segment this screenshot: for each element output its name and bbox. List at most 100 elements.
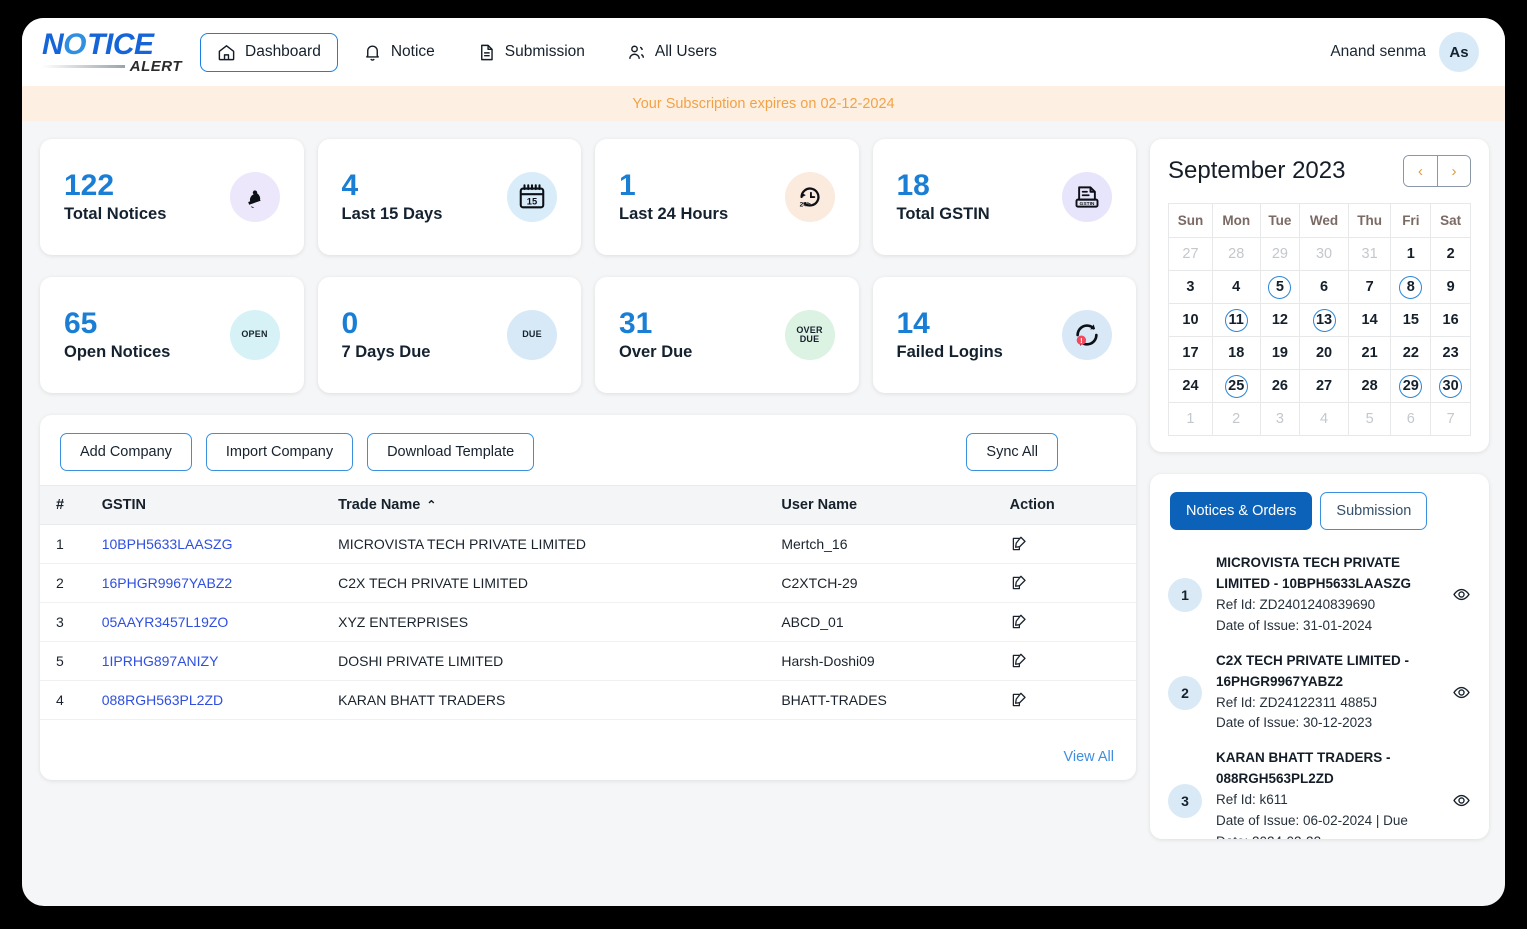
tab-notices-and-orders[interactable]: Notices & Orders <box>1170 492 1312 530</box>
nav-item-dashboard[interactable]: Dashboard <box>200 33 338 72</box>
calendar-day-cell[interactable]: 7 <box>1348 271 1391 304</box>
sync-all-button[interactable]: Sync All <box>966 433 1058 471</box>
view-all-companies-link[interactable]: View All <box>1063 749 1114 765</box>
stat-card-total-gstin[interactable]: 18 Total GSTIN GSTIN <box>873 139 1137 255</box>
calendar-day-cell[interactable]: 4 <box>1212 271 1260 304</box>
calendar-day-cell[interactable]: 6 <box>1300 271 1348 304</box>
stat-card-failed-logins[interactable]: 14 Failed Logins ! <box>873 277 1137 393</box>
calendar-day-cell[interactable]: 30 <box>1300 238 1348 271</box>
gstin-link[interactable]: 16PHGR9967YABZ2 <box>102 575 232 591</box>
edit-icon[interactable] <box>1010 613 1028 631</box>
table-row[interactable]: 2 16PHGR9967YABZ2 C2X TECH PRIVATE LIMIT… <box>40 564 1136 603</box>
calendar-day-cell[interactable]: 23 <box>1431 337 1471 370</box>
user-area[interactable]: Anand senma As <box>1330 18 1479 86</box>
edit-icon[interactable] <box>1010 652 1028 670</box>
eye-icon[interactable] <box>1452 791 1471 810</box>
gstin-link[interactable]: 088RGH563PL2ZD <box>102 692 223 708</box>
calendar-day-cell[interactable]: 12 <box>1260 304 1300 337</box>
stat-card-7-days-due[interactable]: 0 7 Days Due DUE <box>318 277 582 393</box>
calendar-day-cell[interactable]: 1 <box>1169 403 1213 436</box>
stat-card-last-24-hours[interactable]: 1 Last 24 Hours 24h <box>595 139 859 255</box>
calendar-day-cell[interactable]: 30 <box>1431 370 1471 403</box>
add-company-button[interactable]: Add Company <box>60 433 192 471</box>
list-item[interactable]: 2 C2X TECH PRIVATE LIMITED - 16PHGR9967Y… <box>1168 644 1471 742</box>
calendar-day-cell[interactable]: 18 <box>1212 337 1260 370</box>
calendar-day-cell[interactable]: 3 <box>1169 271 1213 304</box>
calendar-day-cell[interactable]: 28 <box>1348 370 1391 403</box>
calendar-day-cell[interactable]: 22 <box>1391 337 1431 370</box>
stat-card-total-notices[interactable]: 122 Total Notices <box>40 139 304 255</box>
calendar-day-cell[interactable]: 3 <box>1260 403 1300 436</box>
gstin-link[interactable]: 05AAYR3457L19ZO <box>102 614 229 630</box>
calendar-day-cell[interactable]: 15 <box>1391 304 1431 337</box>
nav-item-submission[interactable]: Submission <box>460 33 602 72</box>
calendar-day-cell[interactable]: 28 <box>1212 238 1260 271</box>
nav-item-all-users[interactable]: All Users <box>610 33 734 72</box>
table-row[interactable]: 1 10BPH5633LAASZG MICROVISTA TECH PRIVAT… <box>40 525 1136 564</box>
cell-user-name: Harsh-Doshi09 <box>773 642 1001 681</box>
subscription-banner-text: Your Subscription expires on 02-12-2024 <box>632 96 894 112</box>
calendar-day-cell[interactable]: 31 <box>1348 238 1391 271</box>
import-company-button[interactable]: Import Company <box>206 433 353 471</box>
calendar-day-cell[interactable]: 14 <box>1348 304 1391 337</box>
calendar-day-cell[interactable]: 29 <box>1391 370 1431 403</box>
calendar-day-cell[interactable]: 10 <box>1169 304 1213 337</box>
tab-submission[interactable]: Submission <box>1320 492 1427 530</box>
stat-card-last-15-days[interactable]: 4 Last 15 Days 15 <box>318 139 582 255</box>
list-item[interactable]: 1 MICROVISTA TECH PRIVATE LIMITED - 10BP… <box>1168 546 1471 644</box>
table-row[interactable]: 5 1IPRHG897ANIZY DOSHI PRIVATE LIMITED H… <box>40 642 1136 681</box>
calendar-day-cell[interactable]: 1 <box>1391 238 1431 271</box>
calendar-prev-button[interactable]: ‹ <box>1404 156 1437 186</box>
calendar-day-cell[interactable]: 9 <box>1431 271 1471 304</box>
app-logo[interactable]: N O TICE ALERT <box>42 30 182 75</box>
calendar-day-cell[interactable]: 6 <box>1391 403 1431 436</box>
page-body: 122 Total Notices 4 Last 15 Days <box>22 121 1505 906</box>
avatar[interactable]: As <box>1439 32 1479 72</box>
table-row[interactable]: 4 088RGH563PL2ZD KARAN BHATT TRADERS BHA… <box>40 681 1136 720</box>
col-header-num[interactable]: # <box>40 486 94 525</box>
edit-icon[interactable] <box>1010 574 1028 592</box>
col-header-gstin[interactable]: GSTIN <box>94 486 330 525</box>
calendar-day-cell[interactable]: 21 <box>1348 337 1391 370</box>
calendar-day-cell[interactable]: 29 <box>1260 238 1300 271</box>
calendar-day-cell[interactable]: 5 <box>1348 403 1391 436</box>
calendar-day-cell[interactable]: 25 <box>1212 370 1260 403</box>
eye-icon[interactable] <box>1452 683 1471 702</box>
table-row[interactable]: 3 05AAYR3457L19ZO XYZ ENTERPRISES ABCD_0… <box>40 603 1136 642</box>
stat-card-over-due[interactable]: 31 Over Due OVER DUE <box>595 277 859 393</box>
nav-item-notice[interactable]: Notice <box>346 33 452 72</box>
calendar-next-button[interactable]: › <box>1437 156 1470 186</box>
download-template-button[interactable]: Download Template <box>367 433 534 471</box>
calendar-day-cell[interactable]: 8 <box>1391 271 1431 304</box>
edit-icon[interactable] <box>1010 691 1028 709</box>
calendar-day-cell[interactable]: 13 <box>1300 304 1348 337</box>
gstin-link[interactable]: 10BPH5633LAASZG <box>102 536 233 552</box>
calendar-week-row: 1234567 <box>1169 403 1471 436</box>
stat-value: 4 <box>342 170 443 202</box>
eye-icon[interactable] <box>1452 585 1471 604</box>
calendar-day-cell[interactable]: 27 <box>1300 370 1348 403</box>
calendar-day-cell[interactable]: 16 <box>1431 304 1471 337</box>
col-header-user-name[interactable]: User Name <box>773 486 1001 525</box>
calendar-day-cell[interactable]: 2 <box>1212 403 1260 436</box>
calendar-day-cell[interactable]: 20 <box>1300 337 1348 370</box>
calendar-day-cell[interactable]: 19 <box>1260 337 1300 370</box>
edit-icon[interactable] <box>1010 535 1028 553</box>
calendar-day-cell[interactable]: 17 <box>1169 337 1213 370</box>
open-badge-label: OPEN <box>241 330 267 339</box>
gstin-link[interactable]: 1IPRHG897ANIZY <box>102 653 219 669</box>
calendar-day-cell[interactable]: 5 <box>1260 271 1300 304</box>
calendar-day-cell[interactable]: 11 <box>1212 304 1260 337</box>
col-header-trade-name[interactable]: Trade Name⌃ <box>330 486 773 525</box>
calendar-day-cell[interactable]: 26 <box>1260 370 1300 403</box>
calendar-day-cell[interactable]: 7 <box>1431 403 1471 436</box>
list-item[interactable]: 3 KARAN BHATT TRADERS - 088RGH563PL2ZD R… <box>1168 741 1471 839</box>
stat-card-open-notices[interactable]: 65 Open Notices OPEN <box>40 277 304 393</box>
calendar-day-cell[interactable]: 27 <box>1169 238 1213 271</box>
col-header-trade-name-label: Trade Name <box>338 497 420 513</box>
calendar-day-cell[interactable]: 24 <box>1169 370 1213 403</box>
app-header: N O TICE ALERT <box>22 18 1505 86</box>
calendar-day-cell[interactable]: 2 <box>1431 238 1471 271</box>
calendar-day-cell[interactable]: 4 <box>1300 403 1348 436</box>
stat-value: 65 <box>64 308 170 340</box>
